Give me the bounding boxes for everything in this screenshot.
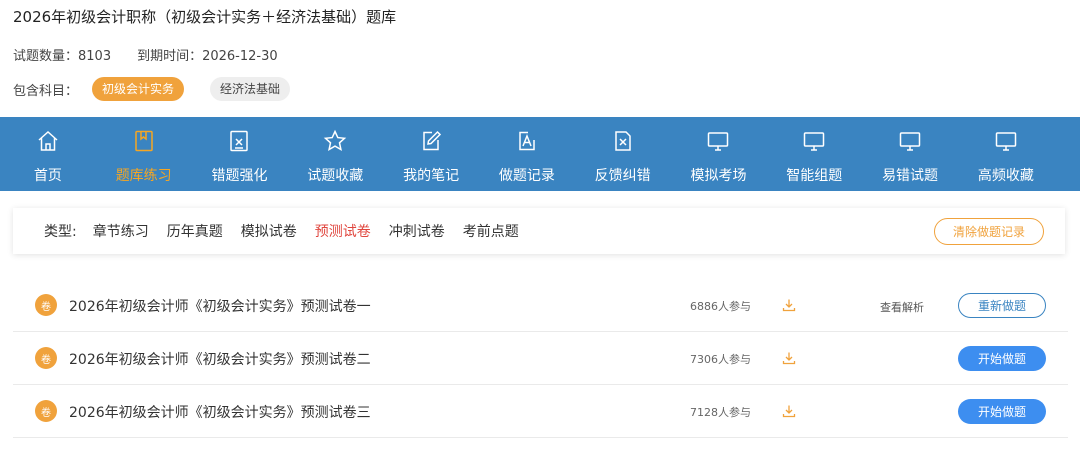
nav-item-home[interactable]: 首页 bbox=[0, 117, 96, 191]
star-icon bbox=[323, 129, 347, 157]
nav-label: 智能组题 bbox=[786, 168, 843, 184]
expiry-date: 到期时间：2026-12-30 bbox=[137, 49, 278, 64]
paper-title[interactable]: 2026年初级会计师《初级会计实务》预测试卷二 bbox=[69, 349, 371, 369]
monitor-icon bbox=[898, 129, 922, 157]
paper-row: 卷 2026年初级会计师《初级会计实务》预测试卷二 7306人参与 开始做题 bbox=[13, 332, 1068, 385]
book-icon bbox=[132, 129, 156, 157]
nav-label: 模拟考场 bbox=[690, 168, 747, 184]
filter-chapter-practice[interactable]: 章节练习 bbox=[93, 221, 149, 241]
question-count: 试题数量：8103 bbox=[13, 49, 112, 64]
clear-records-button[interactable]: 清除做题记录 bbox=[934, 218, 1044, 245]
paper-badge: 卷 bbox=[35, 294, 57, 316]
nav-item-feedback[interactable]: 反馈纠错 bbox=[575, 117, 671, 191]
nav-item-frequent-favorites[interactable]: 高频收藏 bbox=[958, 117, 1054, 191]
nav-item-mock-exam[interactable]: 模拟考场 bbox=[671, 117, 767, 191]
paper-list: 卷 2026年初级会计师《初级会计实务》预测试卷一 6886人参与 查看解析 重… bbox=[13, 279, 1068, 438]
participant-count: 7128人参与 bbox=[690, 406, 751, 419]
paper-badge: 卷 bbox=[35, 400, 57, 422]
nav-label: 易错试题 bbox=[882, 168, 939, 184]
paper-row: 卷 2026年初级会计师《初级会计实务》预测试卷一 6886人参与 查看解析 重… bbox=[13, 279, 1068, 332]
nav-item-records[interactable]: 做题记录 bbox=[479, 117, 575, 191]
nav-label: 高频收藏 bbox=[977, 168, 1034, 184]
main-navbar: 首页 题库练习 错题强化 试题收藏 我的笔记 做题记录 反馈纠错 模拟考场 智能… bbox=[0, 117, 1080, 191]
nav-label: 错题强化 bbox=[211, 168, 268, 184]
nav-item-favorites[interactable]: 试题收藏 bbox=[287, 117, 383, 191]
nav-item-wrong-questions[interactable]: 错题强化 bbox=[192, 117, 288, 191]
view-analysis-link[interactable]: 查看解析 bbox=[880, 299, 924, 315]
edit-note-icon bbox=[419, 129, 443, 157]
nav-label: 题库练习 bbox=[115, 168, 172, 184]
nav-item-question-bank[interactable]: 题库练习 bbox=[96, 117, 192, 191]
type-filter-label: 类型: bbox=[44, 224, 77, 240]
nav-item-notes[interactable]: 我的笔记 bbox=[383, 117, 479, 191]
paper-row: 卷 2026年初级会计师《初级会计实务》预测试卷三 7128人参与 开始做题 bbox=[13, 385, 1068, 438]
nav-label: 做题记录 bbox=[498, 168, 555, 184]
nav-label: 首页 bbox=[33, 168, 62, 184]
nav-label: 我的笔记 bbox=[403, 168, 460, 184]
exam-meta: 试题数量：8103 到期时间：2026-12-30 bbox=[13, 45, 278, 64]
monitor-icon bbox=[706, 129, 730, 157]
paper-badge: 卷 bbox=[35, 347, 57, 369]
participant-count: 7306人参与 bbox=[690, 353, 751, 366]
filter-mock-papers[interactable]: 模拟试卷 bbox=[241, 221, 297, 241]
wrong-question-icon bbox=[227, 129, 251, 157]
filter-past-exams[interactable]: 历年真题 bbox=[167, 221, 223, 241]
filter-pre-exam-tips[interactable]: 考前点题 bbox=[463, 221, 519, 241]
download-icon[interactable] bbox=[782, 403, 796, 418]
download-icon[interactable] bbox=[782, 297, 796, 312]
page-title: 2026年初级会计职称（初级会计实务＋经济法基础）题库 bbox=[13, 8, 397, 26]
nav-label: 反馈纠错 bbox=[594, 168, 651, 184]
nav-item-error-prone[interactable]: 易错试题 bbox=[862, 117, 958, 191]
monitor-icon bbox=[802, 129, 826, 157]
download-icon[interactable] bbox=[782, 350, 796, 365]
record-icon bbox=[515, 129, 539, 157]
participant-count: 6886人参与 bbox=[690, 300, 751, 313]
monitor-icon bbox=[994, 129, 1018, 157]
subject-pill-economic-law[interactable]: 经济法基础 bbox=[210, 77, 291, 101]
filter-forecast-papers[interactable]: 预测试卷 bbox=[315, 221, 371, 241]
filter-sprint-papers[interactable]: 冲刺试卷 bbox=[389, 221, 445, 241]
type-filter-bar: 类型: 章节练习 历年真题 模拟试卷 预测试卷 冲刺试卷 考前点题 清除做题记录 bbox=[13, 208, 1065, 254]
nav-item-smart-compose[interactable]: 智能组题 bbox=[766, 117, 862, 191]
home-icon bbox=[36, 129, 60, 157]
feedback-icon bbox=[611, 129, 635, 157]
subjects-label: 包含科目： bbox=[13, 83, 79, 99]
subject-pill-accounting-practice[interactable]: 初级会计实务 bbox=[92, 77, 185, 101]
start-button[interactable]: 开始做题 bbox=[958, 346, 1046, 371]
redo-button[interactable]: 重新做题 bbox=[958, 293, 1046, 318]
start-button[interactable]: 开始做题 bbox=[958, 399, 1046, 424]
paper-title[interactable]: 2026年初级会计师《初级会计实务》预测试卷一 bbox=[69, 296, 371, 316]
nav-label: 试题收藏 bbox=[307, 168, 364, 184]
subjects-row: 包含科目： 初级会计实务 经济法基础 bbox=[13, 76, 291, 102]
paper-title[interactable]: 2026年初级会计师《初级会计实务》预测试卷三 bbox=[69, 402, 371, 422]
